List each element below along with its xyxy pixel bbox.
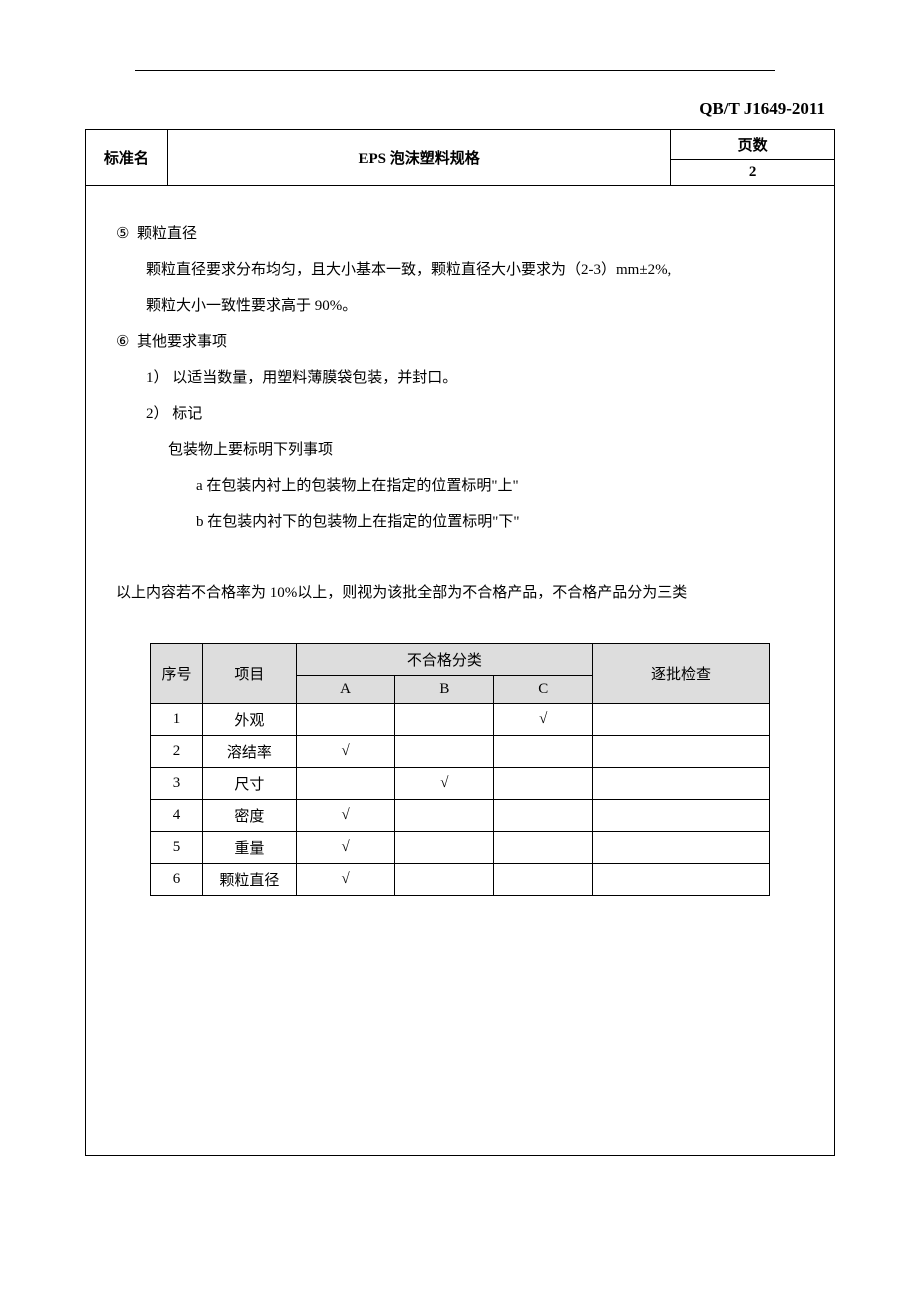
th-c: C bbox=[494, 675, 593, 703]
table-cell-check bbox=[593, 831, 770, 863]
page-container: QB/T J1649-2011 标准名 EPS 泡沫塑料规格 页数 2 ⑤ 颗粒… bbox=[0, 0, 920, 1216]
table-cell-a: √ bbox=[296, 863, 395, 895]
item6-line: ⑥ 其他要求事项 bbox=[116, 324, 812, 360]
page-number: 2 bbox=[671, 160, 835, 186]
table-cell-idx: 5 bbox=[151, 831, 203, 863]
table-row: 6颗粒直径√ bbox=[151, 863, 770, 895]
table-cell-idx: 6 bbox=[151, 863, 203, 895]
nonconforming-note: 以上内容若不合格率为 10%以上，则视为该批全部为不合格产品，不合格产品分为三类 bbox=[116, 582, 812, 605]
table-cell-b bbox=[395, 799, 494, 831]
th-item: 项目 bbox=[203, 643, 297, 703]
table-cell-item: 溶结率 bbox=[203, 735, 297, 767]
th-b: B bbox=[395, 675, 494, 703]
table-cell-item: 尺寸 bbox=[203, 767, 297, 799]
doc-title: EPS 泡沫塑料规格 bbox=[167, 130, 671, 186]
th-a: A bbox=[296, 675, 395, 703]
table-row: 3尺寸 √ bbox=[151, 767, 770, 799]
table-row: 2溶结率√ bbox=[151, 735, 770, 767]
table-cell-item: 外观 bbox=[203, 703, 297, 735]
top-horizontal-rule bbox=[135, 70, 775, 71]
table-cell-a: √ bbox=[296, 831, 395, 863]
table-cell-b bbox=[395, 703, 494, 735]
table-cell-idx: 3 bbox=[151, 767, 203, 799]
th-check: 逐批检查 bbox=[593, 643, 770, 703]
table-cell-idx: 1 bbox=[151, 703, 203, 735]
item5-number: ⑤ bbox=[116, 226, 129, 242]
table-cell-c bbox=[494, 767, 593, 799]
item5-text2: 颗粒大小一致性要求高于 90%。 bbox=[146, 288, 812, 324]
table-cell-item: 颗粒直径 bbox=[203, 863, 297, 895]
table-cell-a: √ bbox=[296, 735, 395, 767]
table-cell-idx: 4 bbox=[151, 799, 203, 831]
table-cell-c: √ bbox=[494, 703, 593, 735]
table-cell-idx: 2 bbox=[151, 735, 203, 767]
table-cell-c bbox=[494, 735, 593, 767]
std-name-label: 标准名 bbox=[86, 130, 168, 186]
item6-sub1: 1） 以适当数量，用塑料薄膜袋包装，并封口。 bbox=[146, 360, 812, 396]
table-row: 1外观 √ bbox=[151, 703, 770, 735]
table-cell-b bbox=[395, 735, 494, 767]
item5-text1: 颗粒直径要求分布均匀，且大小基本一致，颗粒直径大小要求为（2-3）mm±2%, bbox=[146, 252, 812, 288]
classification-tbody: 1外观√2溶结率√3尺寸√4密度√5重量√6颗粒直径√ bbox=[151, 703, 770, 895]
content-frame: ⑤ 颗粒直径 颗粒直径要求分布均匀，且大小基本一致，颗粒直径大小要求为（2-3）… bbox=[85, 186, 835, 1156]
table-row: 5重量√ bbox=[151, 831, 770, 863]
table-cell-check bbox=[593, 735, 770, 767]
th-index: 序号 bbox=[151, 643, 203, 703]
table-cell-check bbox=[593, 767, 770, 799]
table-cell-c bbox=[494, 863, 593, 895]
page-label: 页数 bbox=[671, 130, 835, 160]
table-cell-item: 重量 bbox=[203, 831, 297, 863]
table-cell-c bbox=[494, 831, 593, 863]
table-cell-b bbox=[395, 831, 494, 863]
item6-title: 其他要求事项 bbox=[137, 334, 227, 350]
table-cell-a: √ bbox=[296, 799, 395, 831]
table-cell-a bbox=[296, 703, 395, 735]
table-cell-check bbox=[593, 863, 770, 895]
table-row: 4密度√ bbox=[151, 799, 770, 831]
document-code: QB/T J1649-2011 bbox=[85, 99, 835, 119]
table-cell-a bbox=[296, 767, 395, 799]
item6-sub2-b: b 在包装内衬下的包装物上在指定的位置标明"下" bbox=[196, 504, 812, 540]
table-cell-b: √ bbox=[395, 767, 494, 799]
item6-number: ⑥ bbox=[116, 334, 129, 350]
header-table: 标准名 EPS 泡沫塑料规格 页数 2 bbox=[85, 129, 835, 186]
table-cell-c bbox=[494, 799, 593, 831]
item6-sub2: 2） 标记 bbox=[146, 396, 812, 432]
th-nc-group: 不合格分类 bbox=[296, 643, 592, 675]
table-cell-check bbox=[593, 703, 770, 735]
item6-sub2-a: a 在包装内衬上的包装物上在指定的位置标明"上" bbox=[196, 468, 812, 504]
table-cell-b bbox=[395, 863, 494, 895]
classification-table: 序号 项目 不合格分类 逐批检查 A B C 1外观√2溶结率√3尺寸√4密度√… bbox=[150, 643, 770, 896]
item5-line: ⑤ 颗粒直径 bbox=[116, 216, 812, 252]
table-cell-check bbox=[593, 799, 770, 831]
item5-title: 颗粒直径 bbox=[137, 226, 197, 242]
table-cell-item: 密度 bbox=[203, 799, 297, 831]
item6-sub2-intro: 包装物上要标明下列事项 bbox=[168, 432, 812, 468]
